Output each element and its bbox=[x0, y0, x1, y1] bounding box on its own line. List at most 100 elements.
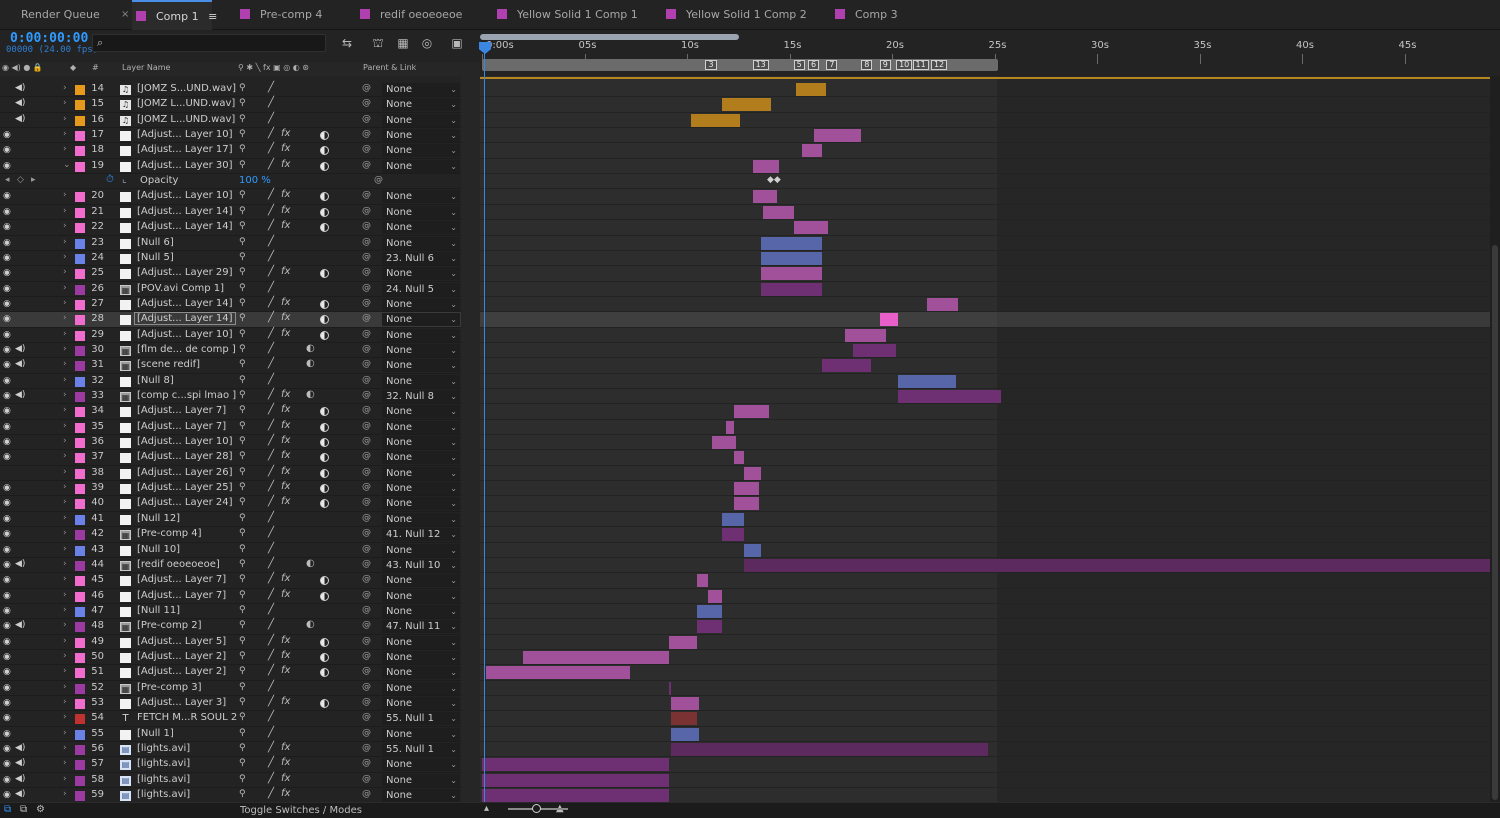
quality-switch-icon[interactable]: ╱ bbox=[268, 389, 274, 400]
quality-switch-icon[interactable]: ╱ bbox=[268, 773, 274, 784]
quality-switch-icon[interactable]: ╱ bbox=[268, 543, 274, 554]
layer-row[interactable]: ◉ › 47 [Null 11] ⚲ ╱ @ None ⌄ bbox=[0, 604, 461, 620]
layer-duration-bar[interactable] bbox=[668, 635, 698, 649]
expand-twirl-icon[interactable]: › bbox=[63, 758, 67, 768]
shy-switch-icon[interactable]: ⚲ bbox=[239, 743, 246, 753]
layer-duration-bar[interactable] bbox=[711, 436, 737, 450]
quality-switch-icon[interactable]: ╱ bbox=[268, 681, 274, 692]
quality-switch-icon[interactable]: ╱ bbox=[268, 128, 274, 139]
pick-whip-icon[interactable]: @ bbox=[362, 682, 371, 692]
parent-dropdown[interactable]: None ⌄ bbox=[382, 758, 460, 772]
quality-switch-icon[interactable]: ╱ bbox=[268, 527, 274, 538]
pick-whip-icon[interactable]: @ bbox=[362, 559, 371, 569]
layer-duration-bar[interactable] bbox=[523, 650, 669, 664]
pick-whip-icon[interactable]: @ bbox=[362, 467, 371, 477]
effects-switch-icon[interactable]: fx bbox=[281, 650, 290, 661]
pick-whip-icon[interactable]: @ bbox=[362, 114, 371, 124]
layer-duration-bar[interactable] bbox=[691, 113, 741, 127]
adjustment-layer-icon[interactable] bbox=[320, 652, 329, 662]
visibility-eye-icon[interactable]: ◉ bbox=[3, 161, 11, 171]
expand-twirl-icon[interactable]: › bbox=[63, 221, 67, 231]
expand-twirl-icon[interactable]: › bbox=[63, 237, 67, 247]
pick-whip-icon[interactable]: @ bbox=[362, 283, 371, 293]
add-keyframe-icon[interactable]: ◇ bbox=[17, 175, 24, 185]
layer-row[interactable]: ◉ › 29 [Adjust... Layer 10] ⚲ ╱ fx @ None ⌄ bbox=[0, 328, 461, 343]
layer-name[interactable]: [Adjust... Layer 17] bbox=[137, 144, 233, 155]
layer-name[interactable]: [lights.avi] bbox=[137, 774, 190, 785]
parent-dropdown[interactable]: 24. Null 5 ⌄ bbox=[382, 282, 460, 296]
quality-switch-icon[interactable]: ╱ bbox=[268, 82, 274, 93]
pick-whip-icon[interactable]: @ bbox=[362, 206, 371, 216]
expand-twirl-icon[interactable]: › bbox=[63, 129, 67, 139]
quality-switch-icon[interactable]: ╱ bbox=[268, 189, 274, 200]
parent-dropdown[interactable]: None ⌄ bbox=[382, 604, 460, 618]
label-color-swatch[interactable] bbox=[75, 438, 85, 449]
layer-duration-bar[interactable] bbox=[760, 267, 823, 281]
parent-dropdown[interactable]: None ⌄ bbox=[382, 313, 460, 327]
render-time-icon[interactable]: ⚙ bbox=[36, 804, 45, 815]
layer-name[interactable]: [Adjust... Layer 26] bbox=[137, 467, 233, 478]
quality-switch-icon[interactable]: ╱ bbox=[268, 757, 274, 768]
layer-duration-bar[interactable] bbox=[879, 313, 899, 327]
shy-switch-icon[interactable]: ⚲ bbox=[239, 774, 246, 784]
layer-name[interactable]: [Adjust... Layer 28] bbox=[137, 451, 233, 462]
parent-dropdown[interactable]: None ⌄ bbox=[382, 773, 460, 787]
comp-marker[interactable]: 8 bbox=[861, 60, 873, 70]
expand-twirl-icon[interactable]: › bbox=[63, 544, 67, 554]
adjustment-layer-icon[interactable] bbox=[320, 192, 329, 202]
layer-row[interactable]: ◉ › 42 ▦ [Pre-comp 4] ⚲ ╱ @41. Null 12 ⌄ bbox=[0, 527, 461, 543]
shy-switch-icon[interactable]: ⚲ bbox=[239, 666, 246, 676]
close-tab-icon[interactable]: × bbox=[121, 0, 129, 30]
label-color-swatch[interactable] bbox=[75, 760, 85, 771]
visibility-eye-icon[interactable]: ◉ bbox=[3, 759, 11, 769]
effects-switch-icon[interactable]: fx bbox=[281, 696, 290, 707]
expand-twirl-icon[interactable]: › bbox=[63, 574, 67, 584]
pick-whip-icon[interactable]: @ bbox=[362, 482, 371, 492]
layer-duration-bar[interactable] bbox=[853, 343, 897, 357]
expand-twirl-icon[interactable]: › bbox=[63, 98, 67, 108]
layer-row[interactable]: ◉ › 39 [Adjust... Layer 25] ⚲ ╱ fx @ None ⌄ bbox=[0, 481, 461, 497]
quality-switch-icon[interactable]: ╱ bbox=[268, 435, 274, 446]
visibility-eye-icon[interactable]: ◉ bbox=[3, 207, 11, 217]
parent-dropdown[interactable]: None ⌄ bbox=[382, 236, 460, 250]
parent-dropdown[interactable]: None ⌄ bbox=[382, 650, 460, 664]
pick-whip-icon[interactable]: @ bbox=[362, 651, 371, 661]
layer-row[interactable]: ◉ › 23 [Null 6] ⚲ ╱ @ None ⌄ bbox=[0, 236, 461, 251]
pick-whip-icon[interactable]: @ bbox=[362, 344, 371, 354]
layer-row[interactable]: ◉ › 41 [Null 12] ⚲ ╱ @ None ⌄ bbox=[0, 512, 461, 528]
shy-switch-icon[interactable]: ⚲ bbox=[239, 497, 246, 507]
effects-switch-icon[interactable]: fx bbox=[281, 159, 290, 170]
adjustment-layer-icon[interactable] bbox=[320, 269, 329, 279]
layer-duration-bar[interactable] bbox=[697, 620, 722, 634]
pick-whip-icon[interactable]: @ bbox=[362, 774, 371, 784]
visibility-eye-icon[interactable]: ◉ bbox=[3, 145, 11, 155]
expand-twirl-icon[interactable]: › bbox=[63, 114, 67, 124]
audio-speaker-icon[interactable]: ◀) bbox=[15, 774, 25, 784]
layer-duration-bar[interactable] bbox=[795, 83, 827, 96]
quality-switch-icon[interactable]: ╱ bbox=[268, 650, 274, 661]
visibility-eye-icon[interactable]: ◉ bbox=[3, 560, 11, 570]
visibility-eye-icon[interactable]: ◉ bbox=[3, 360, 11, 370]
shy-switch-icon[interactable]: ⚲ bbox=[239, 252, 246, 262]
pick-whip-icon[interactable]: @ bbox=[362, 620, 371, 630]
label-color-swatch[interactable] bbox=[75, 791, 85, 802]
expand-twirl-icon[interactable]: › bbox=[63, 728, 67, 738]
layer-name[interactable]: [scene redif] bbox=[137, 359, 200, 370]
label-color-swatch[interactable] bbox=[75, 622, 85, 633]
effects-switch-icon[interactable]: fx bbox=[281, 220, 290, 231]
pick-whip-icon[interactable]: @ bbox=[362, 743, 371, 753]
layer-duration-bar[interactable] bbox=[734, 482, 759, 496]
layer-duration-bar[interactable] bbox=[670, 712, 698, 726]
layer-duration-bar[interactable] bbox=[670, 743, 989, 757]
pick-whip-icon[interactable]: @ bbox=[362, 144, 371, 154]
parent-dropdown[interactable]: None ⌄ bbox=[382, 436, 460, 450]
pick-whip-icon[interactable]: @ bbox=[362, 451, 371, 461]
label-color-swatch[interactable] bbox=[75, 223, 85, 234]
layer-duration-bar[interactable] bbox=[734, 405, 769, 419]
quality-switch-icon[interactable]: ╱ bbox=[268, 696, 274, 707]
shy-switch-icon[interactable]: ⚲ bbox=[239, 390, 246, 400]
visibility-eye-icon[interactable]: ◉ bbox=[3, 790, 11, 800]
adjustment-layer-icon[interactable] bbox=[320, 207, 329, 217]
parent-dropdown[interactable]: None ⌄ bbox=[382, 789, 460, 802]
layer-name-column-header[interactable]: Layer Name bbox=[122, 63, 170, 72]
